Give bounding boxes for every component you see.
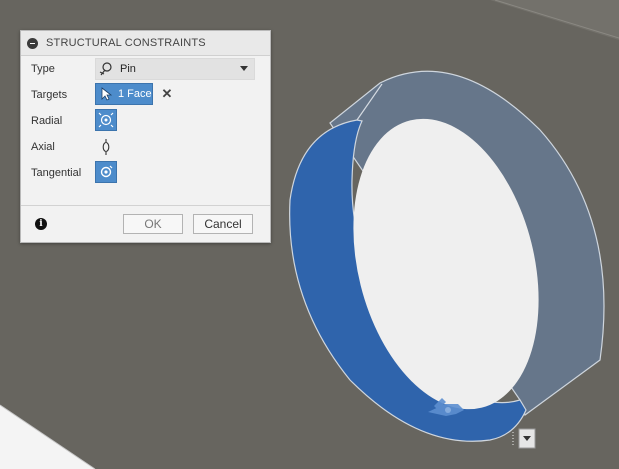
- tangential-constraint-icon: [100, 165, 113, 178]
- structural-constraints-dialog: STRUCTURAL CONSTRAINTS Type Pin Targets …: [20, 30, 271, 243]
- radial-label: Radial: [31, 115, 63, 127]
- dialog-separator: [21, 205, 270, 206]
- type-row: Type Pin: [21, 57, 270, 81]
- axial-row: Axial: [21, 135, 270, 159]
- targets-selection-button[interactable]: 1 Face: [95, 83, 153, 105]
- axial-label: Axial: [31, 141, 55, 153]
- pin-icon: [99, 62, 112, 76]
- type-value: Pin: [120, 63, 136, 75]
- radial-row: Radial: [21, 109, 270, 133]
- cursor-select-icon: [101, 87, 113, 101]
- targets-label: Targets: [31, 89, 68, 101]
- tangential-label: Tangential: [31, 167, 82, 179]
- collapse-icon[interactable]: [27, 37, 38, 49]
- targets-row: Targets 1 Face ✕: [21, 83, 270, 107]
- tangential-row: Tangential: [21, 161, 270, 185]
- tangential-constraint-button[interactable]: [95, 161, 117, 183]
- info-icon[interactable]: i: [35, 218, 47, 230]
- dialog-header[interactable]: STRUCTURAL CONSTRAINTS: [21, 31, 270, 56]
- type-label: Type: [31, 63, 55, 75]
- chevron-down-icon: [240, 66, 248, 71]
- radial-constraint-button[interactable]: [95, 109, 117, 131]
- cancel-button[interactable]: Cancel: [193, 214, 253, 234]
- dialog-title: STRUCTURAL CONSTRAINTS: [46, 37, 206, 49]
- ok-button[interactable]: OK: [123, 214, 183, 234]
- axial-constraint-icon[interactable]: [100, 138, 112, 156]
- radial-constraint-icon: [98, 112, 114, 128]
- type-dropdown[interactable]: Pin: [95, 58, 255, 80]
- clear-selection-icon[interactable]: ✕: [161, 87, 173, 101]
- targets-selection-text: 1 Face: [118, 88, 152, 100]
